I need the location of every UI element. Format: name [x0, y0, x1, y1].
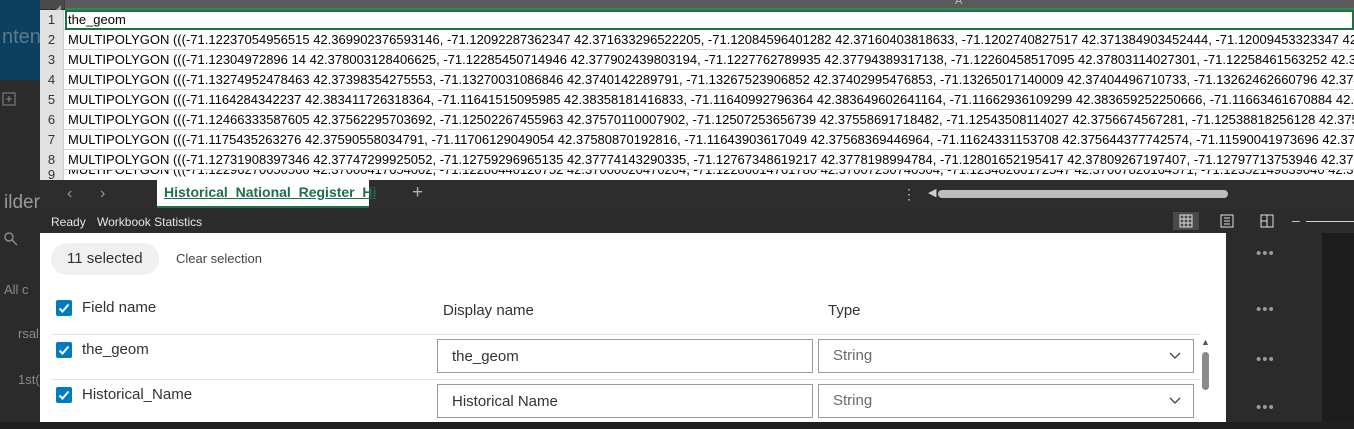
sheet-row[interactable]: 6 MULTIPOLYGON (((-71.12466333587605 42.…: [40, 110, 1354, 130]
display-name-header: Display name: [443, 302, 534, 319]
page-layout-icon[interactable]: [1214, 212, 1240, 230]
row-number[interactable]: 9: [40, 170, 64, 180]
field-name-header: Field name: [82, 299, 157, 316]
sheet-row[interactable]: 5 MULTIPOLYGON (((-71.1164284342237 42.3…: [40, 90, 1354, 110]
sheet-row[interactable]: 1 the_geom: [40, 10, 1354, 30]
row-number[interactable]: 7: [40, 130, 64, 150]
scroll-up-icon[interactable]: ▲: [1201, 337, 1210, 347]
row-number[interactable]: 1: [40, 10, 64, 30]
more-icon: •••: [1256, 399, 1275, 416]
more-icon: •••: [1256, 351, 1275, 368]
sheet-row[interactable]: 7 MULTIPOLYGON (((-71.1175435263276 42.3…: [40, 130, 1354, 150]
background-title: ilders: [4, 192, 40, 213]
column-letter: A: [955, 0, 963, 7]
row-number[interactable]: 8: [40, 150, 64, 170]
scrollbar-thumb[interactable]: [938, 190, 1228, 198]
more-icon: •••: [1256, 301, 1275, 318]
status-bar: Ready Workbook Statistics –: [40, 210, 1354, 233]
cell[interactable]: MULTIPOLYGON (((-71.12237054956515 42.36…: [68, 30, 1354, 50]
field-panel: 11 selected Clear selection Field name D…: [40, 233, 1226, 422]
row-number[interactable]: 2: [40, 30, 64, 50]
background-add-icon: [2, 92, 16, 109]
workbook-statistics-button[interactable]: Workbook Statistics: [97, 215, 202, 229]
column-header-bar: A: [40, 0, 1354, 12]
select-all-corner[interactable]: [40, 0, 64, 12]
cell[interactable]: MULTIPOLYGON (((-71.12466333587605 42.37…: [68, 110, 1354, 130]
type-select[interactable]: String: [818, 339, 1194, 373]
background-item: All c: [4, 282, 29, 297]
column-a-header[interactable]: [65, 0, 1354, 10]
background-item: 1st(: [18, 372, 40, 387]
display-name-input[interactable]: [437, 384, 813, 418]
zoom-out-icon[interactable]: –: [1292, 212, 1300, 228]
field-name: Historical_Name: [82, 386, 193, 403]
background-header-text: nten: [2, 26, 40, 48]
type-select-value: String: [833, 347, 873, 364]
field-checkbox[interactable]: [56, 387, 72, 403]
chevron-down-icon: [1169, 340, 1181, 384]
background-app-list: ••• ••• ••• •••: [1226, 233, 1354, 422]
background-search-icon: [4, 232, 18, 249]
cell-a1[interactable]: the_geom: [65, 10, 1354, 30]
cell[interactable]: MULTIPOLYGON (((-71.1164284342237 42.383…: [68, 90, 1354, 110]
background-app-header: nten: [0, 0, 40, 80]
scrollbar-thumb[interactable]: [1202, 352, 1209, 390]
type-header: Type: [828, 302, 861, 319]
sheet-row[interactable]: 8 MULTIPOLYGON (((-71.12731908397346 42.…: [40, 150, 1354, 170]
row-number[interactable]: 4: [40, 70, 64, 90]
cell[interactable]: MULTIPOLYGON (((-71.12304972896 14 42.37…: [68, 50, 1354, 70]
row-number[interactable]: 3: [40, 50, 64, 70]
status-ready: Ready: [51, 215, 86, 229]
horizontal-scrollbar[interactable]: ◀: [928, 186, 1354, 200]
chevron-left-icon[interactable]: ‹: [67, 185, 72, 203]
sheet-row-partial[interactable]: 9 MULTIPOLYGON (((-71.12296270050560 42.…: [40, 170, 1354, 180]
divider: [51, 334, 1201, 335]
cell[interactable]: MULTIPOLYGON (((-71.13274952478463 42.37…: [68, 70, 1354, 90]
sheet-row[interactable]: 4 MULTIPOLYGON (((-71.13274952478463 42.…: [40, 70, 1354, 90]
row-number[interactable]: 5: [40, 90, 64, 110]
chevron-right-icon[interactable]: ›: [100, 185, 105, 203]
cell[interactable]: MULTIPOLYGON (((-71.1175435263276 42.375…: [68, 130, 1354, 150]
cell[interactable]: MULTIPOLYGON (((-71.12296270050560 42.37…: [68, 170, 1354, 180]
more-vertical-icon[interactable]: ⋮: [902, 186, 916, 203]
type-select-value: String: [833, 392, 873, 409]
row-number[interactable]: 6: [40, 110, 64, 130]
excel-window: A 1 the_geom 2 MULTIPOLYGON (((-71.12237…: [40, 0, 1354, 233]
scroll-left-icon[interactable]: ◀: [928, 186, 936, 199]
display-name-input[interactable]: [437, 339, 813, 373]
normal-view-icon[interactable]: [1173, 212, 1199, 230]
add-sheet-icon[interactable]: +: [412, 182, 423, 204]
field-name: the_geom: [82, 341, 149, 358]
sheet-row[interactable]: 3 MULTIPOLYGON (((-71.12304972896 14 42.…: [40, 50, 1354, 70]
sheet-grid: 1 the_geom 2 MULTIPOLYGON (((-71.1223705…: [40, 10, 1354, 180]
selection-count-chip: 11 selected: [51, 243, 159, 275]
chevron-down-icon: [1169, 385, 1181, 429]
select-all-checkbox[interactable]: [56, 300, 72, 316]
background-item: rsal: [18, 326, 39, 341]
sheet-tab-bar: ‹ › Historical_National_Register_Hi + ⋮ …: [40, 180, 1354, 210]
sheet-tab-label: Historical_National_Register_Hi: [164, 184, 377, 200]
sheet-row[interactable]: 2 MULTIPOLYGON (((-71.12237054956515 42.…: [40, 30, 1354, 50]
zoom-slider[interactable]: [1306, 221, 1354, 222]
divider: [51, 379, 1201, 380]
page-break-icon[interactable]: [1254, 212, 1280, 230]
sheet-tab-active[interactable]: Historical_National_Register_Hi: [157, 180, 377, 208]
vertical-scrollbar[interactable]: ▲: [1200, 337, 1212, 422]
more-icon: •••: [1256, 245, 1275, 262]
clear-selection-button[interactable]: Clear selection: [176, 251, 262, 266]
background-divider: [1322, 233, 1354, 422]
field-checkbox[interactable]: [56, 342, 72, 358]
type-select[interactable]: String: [818, 384, 1194, 418]
background-app-sidebar: nten ilders All c rsal 1st(: [0, 0, 40, 422]
cell[interactable]: MULTIPOLYGON (((-71.12731908397346 42.37…: [68, 150, 1354, 170]
